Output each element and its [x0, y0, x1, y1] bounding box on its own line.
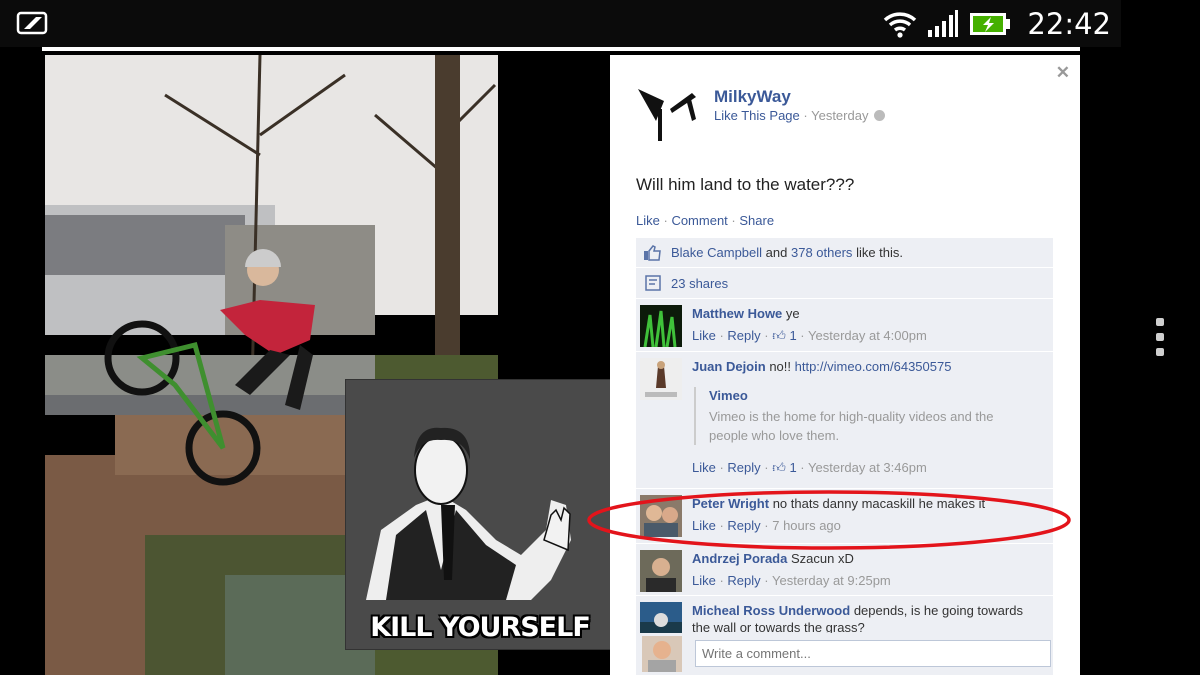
shares-icon — [645, 275, 661, 291]
comment-like-button[interactable]: Like — [692, 573, 716, 588]
comment-meta: Like · Reply · 👍︎ 1 · Yesterday at 4:00p… — [692, 328, 927, 343]
comment-like-count[interactable]: 1 — [789, 328, 796, 343]
top-divider — [42, 47, 1080, 51]
post-panel: ✕ MilkyWay Like This Page · Yesterday Wi… — [610, 55, 1080, 675]
shares-summary: 23 shares — [636, 268, 1053, 299]
overflow-menu-icon[interactable] — [1154, 318, 1166, 362]
comment-text: Szacun xD — [790, 551, 854, 566]
write-comment-row — [636, 633, 1053, 675]
commenter-avatar[interactable] — [640, 305, 682, 347]
feedback-section: Blake Campbell and 378 others like this.… — [636, 238, 1053, 636]
meme-illustration — [346, 380, 614, 600]
thumbs-up-icon: 👍︎ — [772, 328, 786, 343]
post-actions: Like · Comment · Share — [636, 213, 775, 228]
page-avatar[interactable] — [634, 81, 700, 147]
status-bar: 22:42 — [0, 0, 1121, 47]
annotation-oval — [587, 490, 1071, 550]
post-text: Will him land to the water??? — [636, 175, 855, 194]
comment-time[interactable]: Yesterday at 4:00pm — [808, 328, 927, 343]
comment-time[interactable]: Yesterday at 3:46pm — [808, 460, 927, 475]
commenter-avatar[interactable] — [640, 602, 682, 636]
photo-notification-icon — [16, 11, 48, 35]
meme-caption: KILL YOURSELF — [370, 612, 591, 643]
battery-charging-icon — [970, 13, 1011, 35]
shares-count[interactable]: 23 shares — [671, 276, 728, 291]
comment-reply-button[interactable]: Reply — [727, 573, 760, 588]
comment-item: Matthew Howe ye Like · Reply · 👍︎ 1 · Ye… — [636, 299, 1053, 352]
meme-image: KILL YOURSELF — [345, 379, 615, 650]
page-subline: Like This Page · Yesterday — [714, 108, 886, 123]
comment-item: Andrzej Porada Szacun xD Like · Reply · … — [636, 544, 1053, 596]
like-page-link[interactable]: Like This Page — [714, 108, 800, 123]
comment-meta: Like · Reply · Yesterday at 9:25pm — [692, 573, 891, 588]
commenter-name[interactable]: Juan Dejoin — [692, 359, 766, 374]
page-name[interactable]: MilkyWay — [714, 87, 791, 107]
comment-reply-button[interactable]: Reply — [727, 460, 760, 475]
likes-summary: Blake Campbell and 378 others like this. — [636, 238, 1053, 268]
thumbs-up-icon: 👍︎ — [772, 460, 786, 475]
comment-text: ye — [785, 306, 800, 321]
comment-input[interactable] — [695, 640, 1051, 667]
globe-icon — [874, 110, 886, 121]
comment-meta: Like · Reply · 👍︎ 1 · Yesterday at 3:46p… — [692, 460, 927, 475]
comment-button[interactable]: Comment — [671, 213, 727, 228]
post-time[interactable]: Yesterday — [811, 108, 868, 123]
comment-like-button[interactable]: Like — [692, 328, 716, 343]
commenter-name[interactable]: Andrzej Porada — [692, 551, 787, 566]
link-preview-description: Vimeo is the home for high-quality video… — [709, 409, 994, 443]
comment-link[interactable]: http://vimeo.com/64350575 — [795, 359, 952, 374]
my-avatar — [642, 636, 682, 672]
separator-dot: · — [803, 108, 812, 123]
wifi-icon — [884, 12, 917, 38]
comment-text: no!! — [769, 359, 791, 374]
commenter-avatar[interactable] — [640, 358, 682, 400]
comment-item: Juan Dejoin no!! http://vimeo.com/643505… — [636, 352, 1053, 489]
commenter-name[interactable]: Micheal Ross Underwood — [692, 603, 850, 618]
comment-item: Micheal Ross Underwood depends, is he go… — [636, 596, 1053, 636]
link-preview[interactable]: Vimeo Vimeo is the home for high-quality… — [694, 387, 1043, 445]
close-icon[interactable]: ✕ — [1056, 63, 1070, 83]
share-button[interactable]: Share — [739, 213, 774, 228]
link-preview-title[interactable]: Vimeo — [709, 387, 1043, 404]
thumbs-up-icon — [644, 244, 661, 261]
comment-reply-button[interactable]: Reply — [727, 328, 760, 343]
comment-like-button[interactable]: Like — [692, 460, 716, 475]
comment-like-count[interactable]: 1 — [789, 460, 796, 475]
clock: 22:42 — [1027, 7, 1111, 41]
commenter-name[interactable]: Matthew Howe — [692, 306, 782, 321]
likers-others-link[interactable]: 378 others — [791, 245, 852, 260]
signal-icon — [928, 10, 959, 37]
comment-time[interactable]: Yesterday at 9:25pm — [772, 573, 891, 588]
like-button[interactable]: Like — [636, 213, 660, 228]
commenter-avatar[interactable] — [640, 550, 682, 592]
liker-name[interactable]: Blake Campbell — [671, 245, 762, 260]
